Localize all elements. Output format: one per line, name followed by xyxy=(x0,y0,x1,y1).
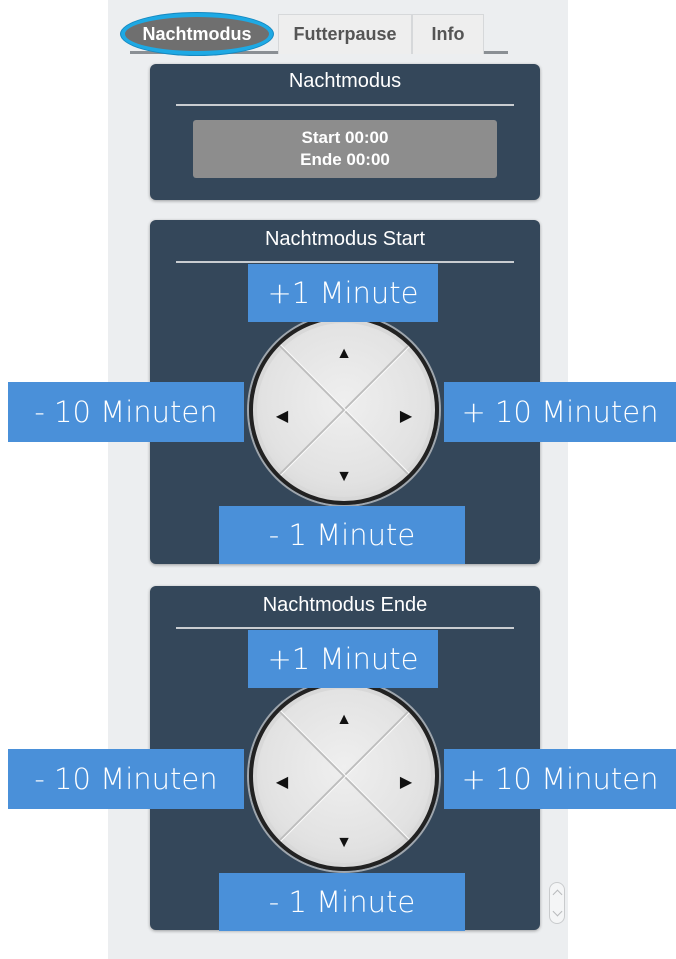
arrow-down-icon[interactable]: ▼ xyxy=(331,830,357,856)
divider xyxy=(176,261,514,263)
end-minus-10-minutes-button[interactable]: - 10 Minuten xyxy=(8,749,244,809)
start-time-text: Start 00:00 xyxy=(301,128,389,147)
divider xyxy=(176,104,514,106)
end-plus-10-minutes-button[interactable]: + 10 Minuten xyxy=(444,749,676,809)
status-panel: Nachtmodus Start 00:00 Ende 00:00 xyxy=(150,64,540,200)
arrow-up-icon[interactable]: ▲ xyxy=(331,341,357,367)
start-plus-1-minute-button[interactable]: +1 Minute xyxy=(248,264,438,322)
tab-info[interactable]: Info xyxy=(412,14,484,54)
start-dpad[interactable]: ▲ ▼ ◀ ▶ xyxy=(249,315,439,505)
arrow-right-icon[interactable]: ▶ xyxy=(393,403,419,429)
end-time-text: Ende 00:00 xyxy=(300,150,390,169)
end-panel-title: Nachtmodus Ende xyxy=(262,594,428,616)
tab-nachtmodus[interactable]: Nachtmodus xyxy=(121,13,273,55)
arrow-left-icon[interactable]: ◀ xyxy=(269,769,295,795)
arrow-down-icon[interactable]: ▼ xyxy=(331,464,357,490)
arrow-up-icon[interactable]: ▲ xyxy=(331,707,357,733)
scroll-handle[interactable] xyxy=(549,882,565,924)
status-panel-title: Nachtmodus xyxy=(288,70,402,92)
end-plus-1-minute-button[interactable]: +1 Minute xyxy=(248,630,438,688)
tab-bar: Futterpause Info Nachtmodus xyxy=(121,10,508,55)
divider xyxy=(176,627,514,629)
start-plus-10-minutes-button[interactable]: + 10 Minuten xyxy=(444,382,676,442)
start-minus-10-minutes-button[interactable]: - 10 Minuten xyxy=(8,382,244,442)
start-panel-title: Nachtmodus Start xyxy=(264,228,426,250)
tab-futterpause[interactable]: Futterpause xyxy=(278,14,412,54)
end-dpad[interactable]: ▲ ▼ ◀ ▶ xyxy=(249,681,439,871)
end-minus-1-minute-button[interactable]: - 1 Minute xyxy=(219,873,465,931)
arrow-right-icon[interactable]: ▶ xyxy=(393,769,419,795)
start-minus-1-minute-button[interactable]: - 1 Minute xyxy=(219,506,465,564)
arrow-left-icon[interactable]: ◀ xyxy=(269,403,295,429)
schedule-display: Start 00:00 Ende 00:00 xyxy=(193,120,497,178)
